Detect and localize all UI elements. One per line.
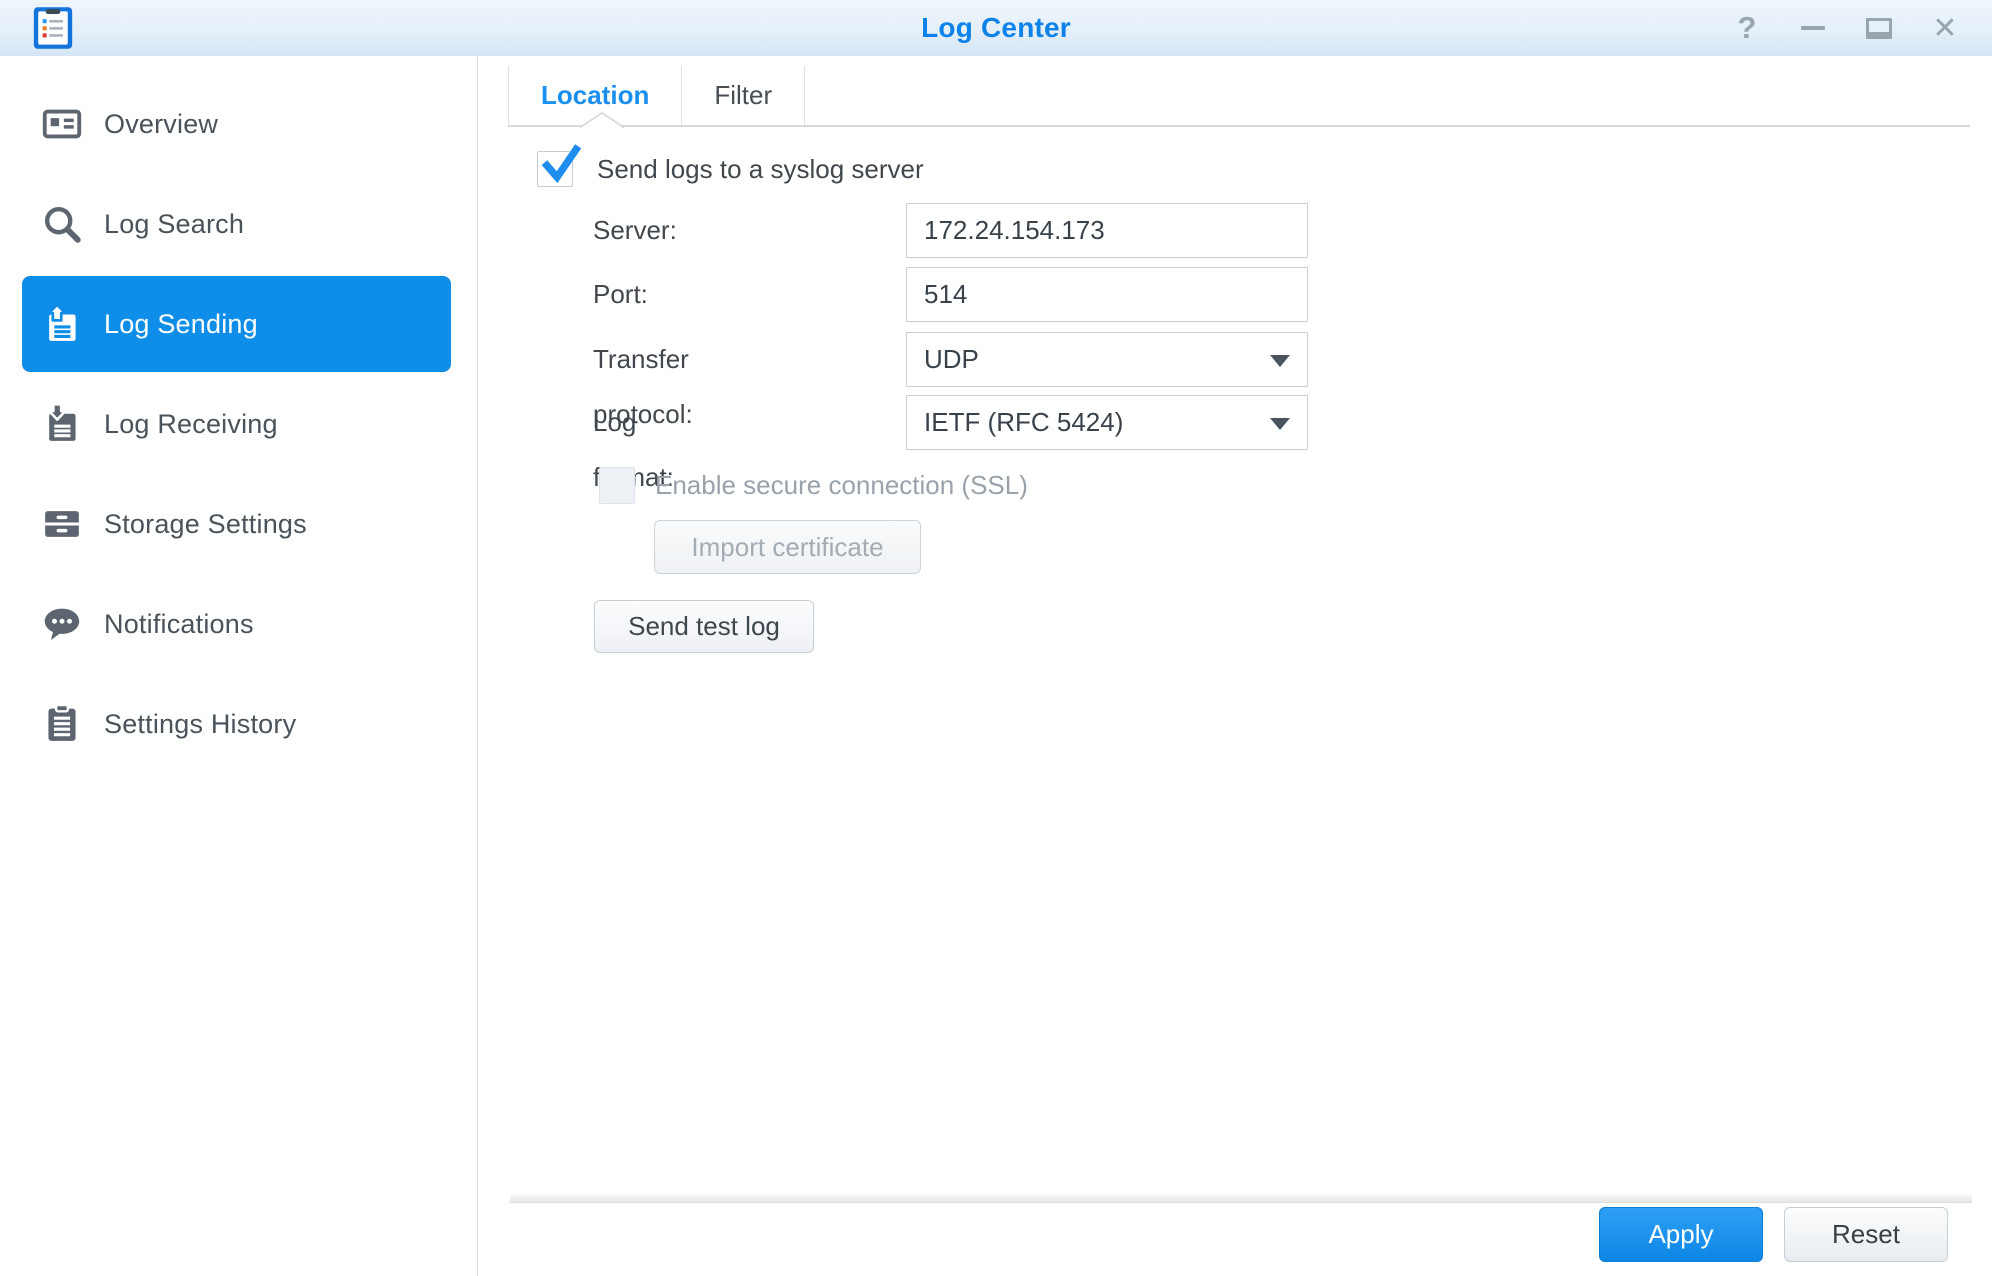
window-controls: ? ✕ (1734, 0, 1958, 56)
port-label: Port: (593, 267, 648, 322)
sidebar-item-log-receiving[interactable]: Log Receiving (22, 376, 451, 472)
close-icon[interactable]: ✕ (1932, 13, 1958, 43)
ssl-checkbox (599, 467, 635, 504)
chevron-down-icon (1270, 355, 1290, 367)
apply-button[interactable]: Apply (1599, 1207, 1763, 1262)
tab-bar: Location Filter (508, 66, 805, 125)
tab-divider (508, 125, 1970, 127)
sidebar-item-overview[interactable]: Overview (22, 76, 451, 172)
storage-drawer-icon (40, 502, 84, 546)
port-input[interactable] (906, 267, 1308, 322)
send-logs-checkbox-label: Send logs to a syslog server (597, 154, 924, 185)
search-icon (40, 202, 84, 246)
log-receiving-icon (40, 402, 84, 446)
sidebar-item-settings-history[interactable]: Settings History (22, 676, 451, 772)
log-sending-icon (40, 302, 84, 346)
chevron-down-icon (1270, 418, 1290, 430)
send-logs-checkbox[interactable] (537, 151, 573, 187)
sidebar-item-log-search[interactable]: Log Search (22, 176, 451, 272)
log-center-window: Log Center ? ✕ Overview Log Search (0, 0, 1992, 1276)
help-icon[interactable]: ? (1734, 13, 1760, 43)
sidebar-item-label: Log Sending (104, 309, 258, 340)
send-test-log-button[interactable]: Send test log (594, 600, 814, 653)
ssl-checkbox-row: Enable secure connection (SSL) (599, 467, 1028, 504)
sidebar-item-label: Log Receiving (104, 409, 278, 440)
sidebar-item-storage-settings[interactable]: Storage Settings (22, 476, 451, 572)
sidebar-item-label: Notifications (104, 609, 254, 640)
server-label: Server: (593, 203, 677, 258)
sidebar-item-log-sending[interactable]: Log Sending (22, 276, 451, 372)
sidebar-item-label: Overview (104, 109, 218, 140)
ssl-checkbox-label: Enable secure connection (SSL) (655, 470, 1028, 501)
send-logs-checkbox-row: Send logs to a syslog server (537, 151, 924, 187)
sidebar-item-label: Settings History (104, 709, 296, 740)
log-format-value: IETF (RFC 5424) (924, 396, 1123, 449)
reset-button[interactable]: Reset (1784, 1207, 1948, 1262)
log-sending-panel: Location Filter Send logs to a syslog se… (479, 56, 1992, 1276)
transfer-protocol-select[interactable]: UDP (906, 332, 1308, 387)
titlebar: Log Center ? ✕ (0, 0, 1992, 56)
sidebar-item-label: Storage Settings (104, 509, 307, 540)
footer-divider (510, 1195, 1972, 1203)
maximize-icon[interactable] (1866, 13, 1892, 43)
active-tab-pointer (579, 111, 625, 128)
log-format-label: Log format: (593, 395, 674, 450)
tab-filter[interactable]: Filter (681, 66, 805, 125)
minimize-icon[interactable] (1800, 13, 1826, 43)
sidebar-item-notifications[interactable]: Notifications (22, 576, 451, 672)
window-title: Log Center (0, 0, 1992, 56)
transfer-protocol-value: UDP (924, 333, 979, 386)
sidebar-item-label: Log Search (104, 209, 244, 240)
clipboard-icon (40, 702, 84, 746)
sidebar: Overview Log Search Log Sending (0, 56, 478, 1276)
id-card-icon (40, 102, 84, 146)
speech-bubble-icon (40, 602, 84, 646)
checkmark-icon (537, 142, 583, 186)
server-input[interactable] (906, 203, 1308, 258)
transfer-protocol-label: Transfer protocol: (593, 332, 693, 387)
import-certificate-button: Import certificate (654, 520, 921, 574)
log-format-select[interactable]: IETF (RFC 5424) (906, 395, 1308, 450)
